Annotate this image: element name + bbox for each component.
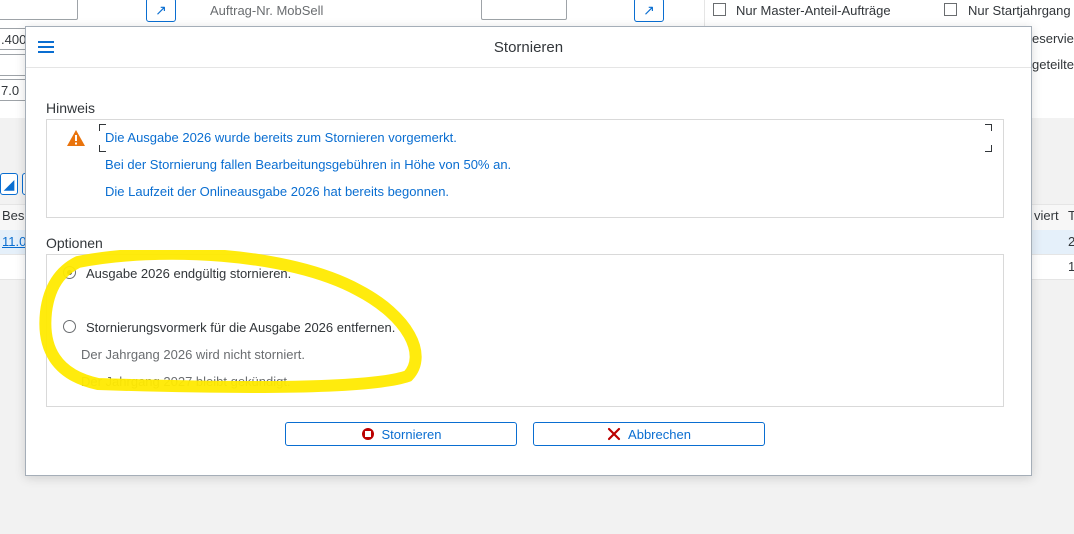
options-box: Ausgabe 2026 endgültig stornieren. Storn…	[46, 254, 1004, 407]
startjahrgang-label: Nur Startjahrgang	[968, 3, 1071, 18]
field-4-value: 7.0	[1, 83, 20, 98]
hint-line-3: Die Laufzeit der Onlineausgabe 2026 hat …	[105, 184, 450, 199]
stornieren-dialog: Stornieren Hinweis Die Ausgabe 2026 wurd…	[25, 26, 1032, 476]
background-open-button[interactable]: ↗	[146, 0, 176, 22]
row-1-link[interactable]: 11.0	[2, 234, 26, 249]
option-2-note-2: Der Jahrgang 2027 bleibt gekündigt.	[81, 374, 291, 389]
close-icon	[607, 427, 621, 441]
hint-box: Die Ausgabe 2026 wurde bereits zum Storn…	[46, 119, 1004, 218]
right-truncated-text-2: geteilte	[1032, 57, 1074, 72]
hint-section-title: Hinweis	[46, 100, 96, 116]
master-anteil-checkbox[interactable]	[713, 3, 726, 16]
external-link-icon: ↗	[643, 1, 655, 18]
auftrag-nr-label: Auftrag-Nr. MobSell	[210, 3, 324, 18]
master-anteil-label: Nur Master-Anteil-Aufträge	[736, 3, 891, 18]
focus-corner	[99, 145, 106, 152]
sort-icon: ◢	[3, 175, 15, 192]
dialog-title: Stornieren	[493, 39, 564, 56]
dialog-header: Stornieren	[26, 27, 1031, 68]
table-col-viert: viert	[1034, 208, 1059, 223]
stornieren-button[interactable]: Stornieren	[285, 422, 517, 446]
external-link-icon: ↗	[155, 1, 167, 18]
background-field-3[interactable]	[0, 54, 28, 76]
hint-line-2: Bei der Stornierung fallen Bearbeitungsg…	[105, 157, 512, 172]
background-field-4[interactable]: 7.0	[0, 79, 28, 101]
table-col-bes: Bes	[2, 208, 25, 223]
option-1-radio[interactable]	[63, 266, 76, 279]
abbrechen-button[interactable]: Abbrechen	[533, 422, 765, 446]
field-2-value: .400	[1, 32, 27, 47]
background-input-field[interactable]	[0, 0, 78, 20]
abbrechen-button-label: Abbrechen	[628, 426, 691, 442]
options-section-title: Optionen	[46, 235, 103, 251]
hint-line-1: Die Ausgabe 2026 wurde bereits zum Storn…	[105, 130, 457, 145]
stop-icon	[361, 428, 374, 440]
table-col-t: T	[1068, 208, 1074, 223]
background-field-2[interactable]: .400	[0, 28, 28, 50]
option-2-note-1: Der Jahrgang 2026 wird nicht storniert.	[81, 347, 306, 362]
warning-icon	[67, 130, 85, 146]
auftrag-nr-field[interactable]	[481, 0, 567, 20]
background-open-button-2[interactable]: ↗	[634, 0, 664, 22]
startjahrgang-checkbox[interactable]	[944, 3, 957, 16]
option-1-label[interactable]: Ausgabe 2026 endgültig stornieren.	[86, 266, 291, 281]
option-2-radio[interactable]	[63, 320, 76, 333]
table-toolbar-button[interactable]: ◢	[0, 173, 18, 195]
focus-corner	[985, 145, 992, 152]
row-2-cell: 1	[1068, 259, 1074, 274]
right-truncated-text-1: eservie	[1032, 31, 1074, 46]
stornieren-button-label: Stornieren	[381, 426, 442, 442]
option-2-label[interactable]: Stornierungsvormerk für die Ausgabe 2026…	[86, 320, 395, 335]
row-1-cell: 2	[1068, 234, 1074, 249]
focus-corner	[985, 124, 992, 131]
